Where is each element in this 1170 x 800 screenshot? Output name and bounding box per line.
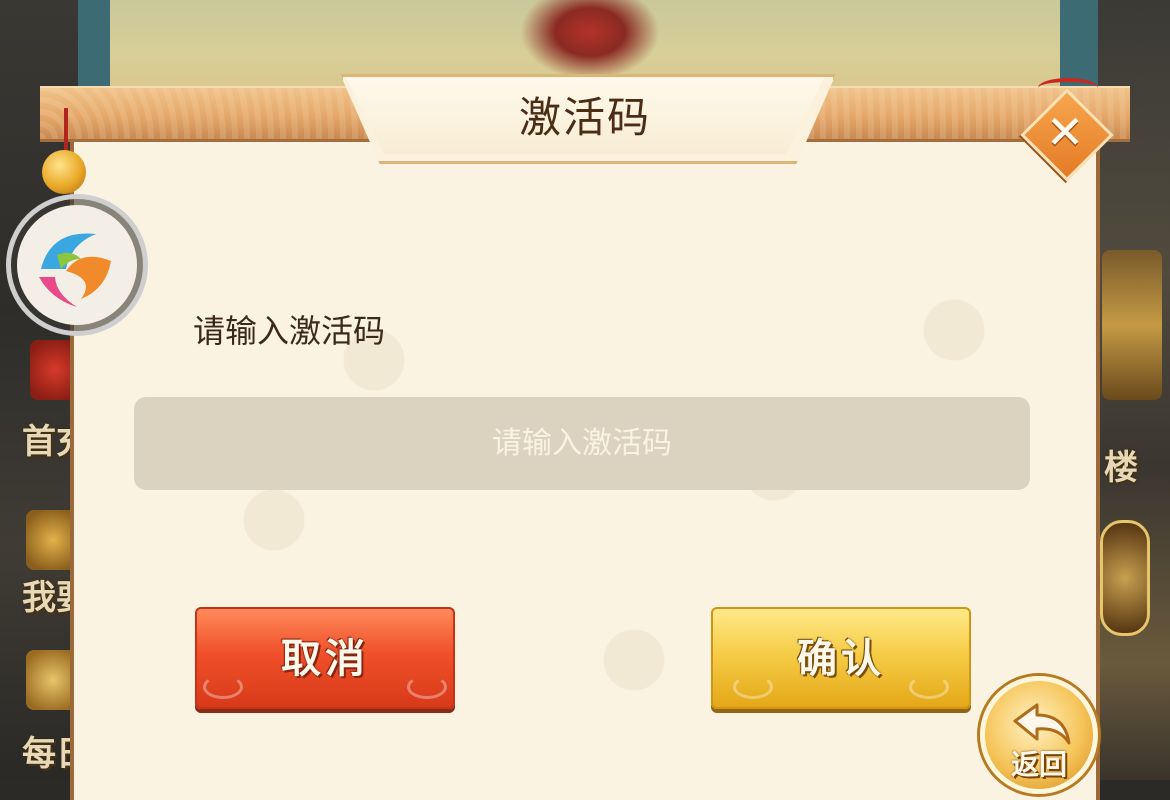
game-logo-graphic (17, 205, 137, 325)
confirm-button-swirl-left (733, 675, 773, 699)
background-hero-figure (520, 0, 660, 80)
dialog-title: 激活码 (518, 93, 651, 142)
side-menu-label-tower[interactable]: 楼 (1104, 440, 1138, 489)
cancel-button-swirl-left (203, 675, 243, 699)
game-logo-icon[interactable] (6, 194, 148, 336)
close-icon: ✕ (1045, 105, 1085, 159)
cancel-button[interactable]: 取消 (195, 607, 455, 709)
activation-code-input[interactable] (134, 397, 1030, 490)
confirm-button-swirl-right (909, 675, 949, 699)
back-button-label: 返回 (1010, 748, 1067, 781)
side-menu-icon-tower[interactable] (1102, 250, 1162, 400)
side-menu-icon-right-avatar[interactable] (1100, 520, 1150, 636)
charm-bell-icon (42, 150, 86, 194)
confirm-button[interactable]: 确认 (711, 607, 971, 709)
cancel-button-swirl-right (407, 675, 447, 699)
back-button[interactable]: 返回 (980, 676, 1098, 794)
back-arrow-icon (1013, 703, 1071, 745)
activation-code-prompt: 请输入激活码 (193, 312, 386, 350)
close-button[interactable]: ✕ (1020, 88, 1114, 182)
